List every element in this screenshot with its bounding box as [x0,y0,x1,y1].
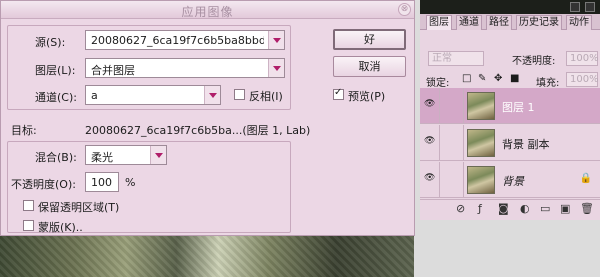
close-icon[interactable]: ⊗ [398,3,411,16]
layer-link-cell[interactable] [440,162,464,198]
layer-thumbnail [467,166,495,194]
mask-label[interactable]: 蒙版(K).. [38,219,83,235]
blend-mode-select[interactable]: 正常 [428,51,484,66]
dialog-titlebar[interactable]: 应用图像 ⊗ [1,1,414,19]
opacity-value: 100 [91,176,112,189]
preserve-transparency-label[interactable]: 保留透明区域(T) [38,199,119,215]
layer-name: 背景 副本 [502,138,550,151]
chevron-down-icon[interactable] [268,31,284,49]
ok-button[interactable]: 好 [333,29,406,50]
channel-label: 通道(C): [35,91,77,104]
channel-select[interactable]: a [85,85,221,105]
source-value: 20080627_6ca19f7c6b5ba8bbd3... [91,34,264,47]
lock-transparency-icon[interactable]: □ [462,73,471,84]
visibility-eye-icon[interactable] [420,125,440,161]
cancel-button[interactable]: 取消 [333,56,406,77]
layer-row[interactable]: 背景 🔒 [420,162,600,198]
tab-paths[interactable]: 路径 [486,15,512,30]
tab-history[interactable]: 历史记录 [516,15,562,30]
blending-select[interactable]: 柔光 [85,145,167,165]
layer-label: 图层(L): [35,64,76,77]
visibility-eye-icon[interactable] [420,88,440,124]
brush-icon [440,88,464,124]
preserve-transparency-checkbox[interactable] [23,200,34,211]
source-label: 源(S): [35,36,66,49]
layer-row[interactable]: 图层 1 [420,88,600,124]
visibility-eye-icon[interactable] [420,162,440,198]
link-layers-icon[interactable]: ⊘ [456,202,465,215]
layer-name: 图层 1 [502,101,535,114]
opacity-label: 不透明度(O): [11,178,76,191]
layer-opacity-input[interactable]: 100% [566,51,599,66]
layer-value: 合并图层 [91,64,135,77]
lock-move-icon[interactable]: ✥ [494,73,502,84]
mask-checkbox[interactable] [23,220,34,231]
lock-label: 锁定: [426,78,450,89]
preview-label[interactable]: 预览(P) [348,88,385,104]
blending-value: 柔光 [91,151,113,164]
minimize-icon[interactable] [570,2,580,12]
channel-value: a [91,89,98,102]
source-select[interactable]: 20080627_6ca19f7c6b5ba8bbd3... [85,30,285,50]
lock-paint-icon[interactable]: ✎ [478,73,486,84]
layers-panel: 图层 通道 路径 历史记录 动作 正常 不透明度: 100% 锁定: □ ✎ ✥… [420,0,600,277]
fill-input[interactable]: 100% [566,72,599,87]
canvas-image [0,236,420,277]
trash-icon[interactable]: 🗑 [580,202,594,215]
opacity-unit: % [125,176,136,189]
panel-header [420,0,600,14]
layer-style-icon[interactable]: ƒ [478,202,482,215]
apply-image-dialog: 应用图像 ⊗ 源(S): 20080627_6ca19f7c6b5ba8bbd3… [0,0,415,236]
invert-label[interactable]: 反相(I) [249,88,283,104]
layer-link-cell[interactable] [440,125,464,161]
tab-layers[interactable]: 图层 [426,15,452,30]
target-value: 20080627_6ca19f7c6b5ba...(图层 1, Lab) [85,124,311,137]
chevron-down-icon[interactable] [268,59,284,77]
panel-tabs: 图层 通道 路径 历史记录 动作 [420,14,600,30]
layer-mask-icon[interactable]: ◙ [498,202,509,215]
opacity-input[interactable]: 100 [85,172,119,192]
panel-empty-area [420,220,600,277]
layers-toolbar: ⊘ ƒ ◙ ◐ ▭ ▣ 🗑 [420,199,600,219]
close-icon[interactable] [585,2,595,12]
layer-thumbnail [467,92,495,120]
layer-name: 背景 [502,175,524,188]
lock-all-icon[interactable]: ■ [510,73,519,84]
layer-opacity-label: 不透明度: [512,56,556,67]
adjustment-layer-icon[interactable]: ◐ [520,202,530,215]
invert-checkbox[interactable] [234,89,245,100]
chevron-down-icon[interactable] [150,146,166,164]
new-layer-icon[interactable]: ▣ [560,202,570,215]
fill-label: 填充: [536,78,560,89]
dialog-title: 应用图像 [181,5,234,19]
tab-actions[interactable]: 动作 [566,15,592,30]
preview-checkbox[interactable] [333,87,344,100]
layer-thumbnail [467,129,495,157]
target-label: 目标: [11,124,37,137]
blending-label: 混合(B): [35,151,77,164]
tab-channels[interactable]: 通道 [456,15,482,30]
lock-icon: 🔒 [579,173,592,184]
layer-row[interactable]: 背景 副本 [420,125,600,161]
layer-select[interactable]: 合并图层 [85,58,285,78]
chevron-down-icon[interactable] [204,86,220,104]
new-group-icon[interactable]: ▭ [540,202,550,215]
